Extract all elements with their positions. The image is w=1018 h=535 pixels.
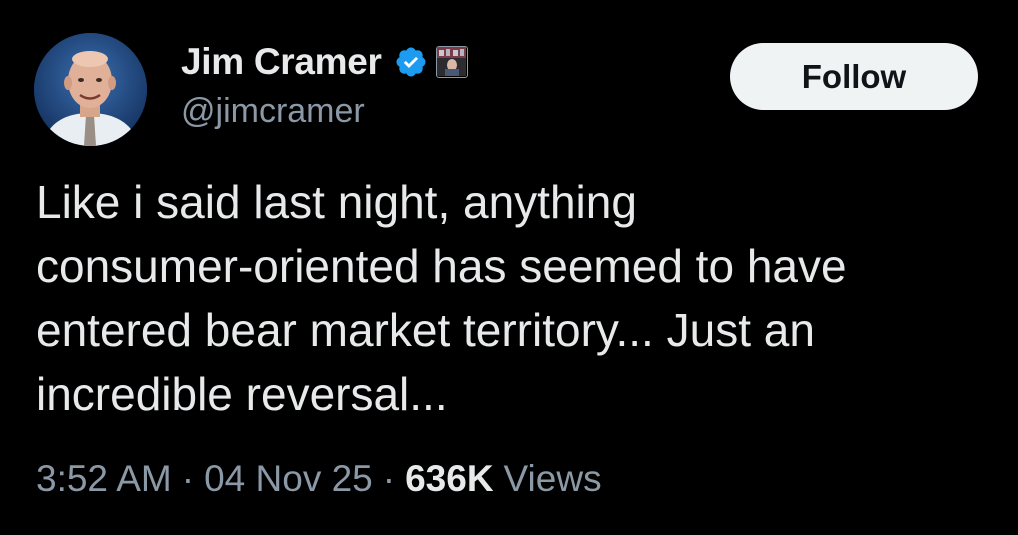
tweet-time[interactable]: 3:52 AM (36, 458, 172, 500)
tweet-card: Jim Cramer @jimcramer Follow Like i said… (0, 0, 1018, 535)
tweet-text-line: entered bear market territory... Just an (36, 304, 815, 356)
tweet-text: Like i said last night, anything consume… (36, 170, 996, 426)
meta-separator: · (382, 458, 396, 499)
tweet-meta: 3:52 AM · 04 Nov 25 · 636K Views (36, 458, 602, 500)
affiliate-logo-icon (436, 47, 466, 76)
author-handle[interactable]: @jimcramer (181, 92, 365, 131)
tweet-text-line: incredible reversal... (36, 368, 448, 420)
views-label[interactable]: Views (504, 458, 602, 500)
author-display-name[interactable]: Jim Cramer (181, 41, 382, 83)
tweet-date[interactable]: 04 Nov 25 (204, 458, 373, 500)
affiliate-badge-icon[interactable] (435, 46, 468, 78)
meta-separator: · (181, 458, 195, 499)
views-count[interactable]: 636K (405, 458, 493, 500)
author-name-row: Jim Cramer (181, 40, 468, 84)
tweet-text-line: consumer-oriented has seemed to have (36, 240, 847, 292)
tweet-text-line: Like i said last night, anything (36, 176, 637, 228)
verified-badge-icon[interactable] (394, 45, 428, 79)
follow-button[interactable]: Follow (730, 43, 978, 110)
avatar-photo-icon (34, 33, 147, 146)
author-avatar[interactable] (34, 33, 147, 146)
